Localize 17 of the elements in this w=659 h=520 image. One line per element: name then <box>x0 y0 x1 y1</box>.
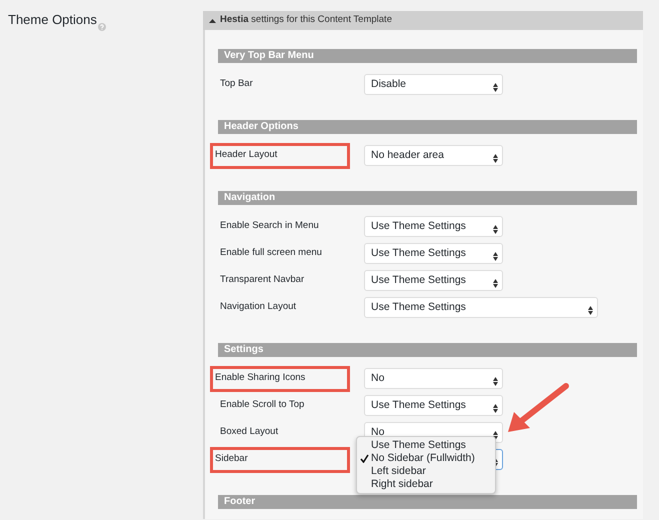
field-label: Transparent Navbar <box>219 273 306 288</box>
field-label: Sidebar <box>215 452 248 466</box>
panel-title: Hestia settings for this Content Template <box>220 13 392 28</box>
section-header: Footer <box>218 495 637 509</box>
section-header: Navigation <box>218 191 637 205</box>
field-label: Enable Search in Menu <box>219 219 320 234</box>
field-label: Top Bar <box>219 77 254 92</box>
field-label: Header Layout <box>215 148 278 162</box>
section-header: Settings <box>218 343 637 357</box>
field-label: Enable Scroll to Top <box>219 398 306 412</box>
field-label: Boxed Layout <box>219 425 280 440</box>
field-label: Enable full screen menu <box>219 246 323 260</box>
page-label: Theme Options <box>8 11 97 29</box>
section-header: Header Options <box>218 120 637 134</box>
section-header: Very Top Bar Menu <box>218 49 637 63</box>
field-label: Enable Sharing Icons <box>215 371 306 386</box>
field-label: Navigation Layout <box>219 300 298 314</box>
